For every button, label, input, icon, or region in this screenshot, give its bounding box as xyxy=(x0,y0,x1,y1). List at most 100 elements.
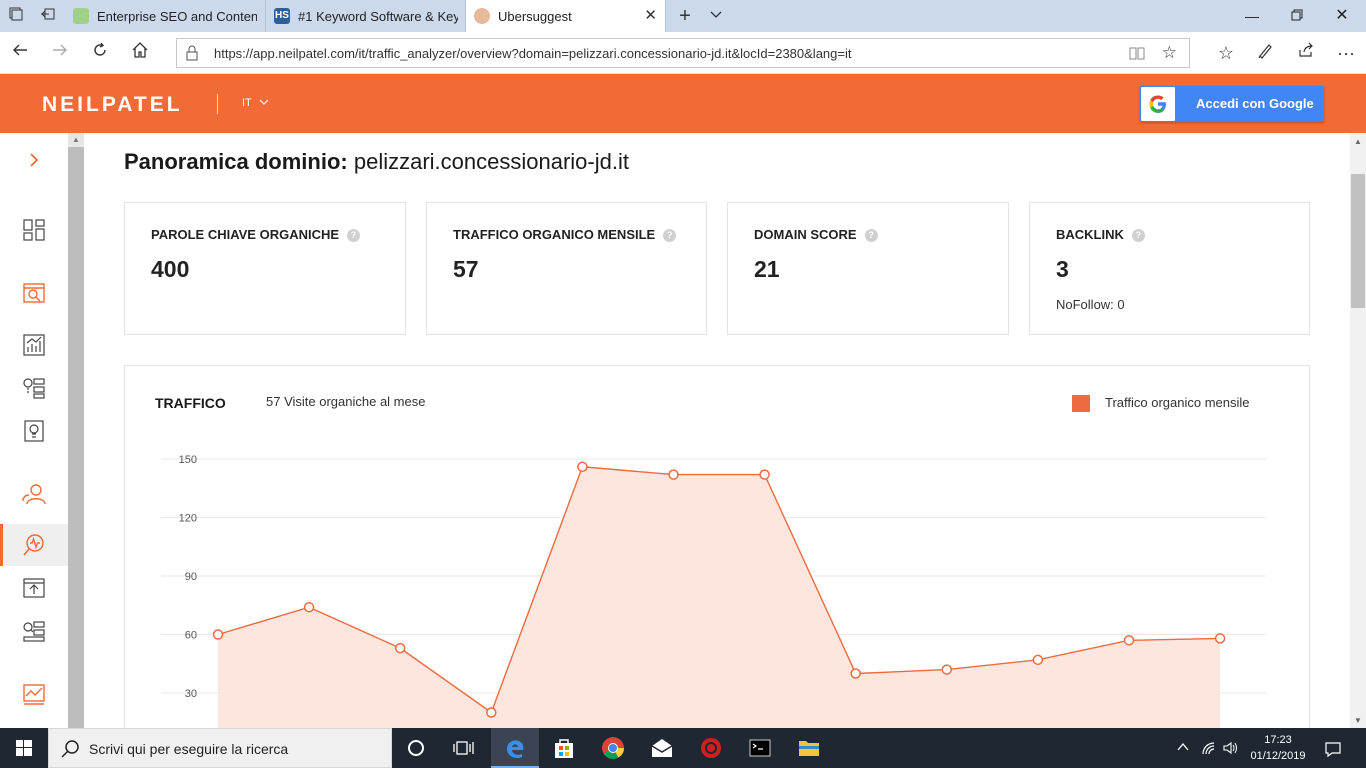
taskbar-clock[interactable]: 17:23 01/12/2019 xyxy=(1249,732,1307,764)
url-text[interactable]: https://app.neilpatel.com/it/traffic_ana… xyxy=(214,46,851,61)
cortana-button[interactable] xyxy=(392,728,440,768)
y-tick-label: 30 xyxy=(185,688,197,700)
page-scrollbar[interactable]: ▲ ▼ xyxy=(1350,133,1366,728)
windows-taskbar: Scrivi qui per eseguire la ricerca 17:23… xyxy=(0,728,1366,768)
top-pages-icon xyxy=(23,578,45,598)
close-window-icon[interactable]: ✕ xyxy=(1330,5,1354,27)
stat-card-label: DOMAIN SCORE? xyxy=(754,227,878,242)
tray-expand-icon[interactable] xyxy=(1176,740,1190,757)
refresh-icon[interactable] xyxy=(88,41,112,65)
help-icon[interactable]: ? xyxy=(663,229,677,242)
network-icon[interactable] xyxy=(1200,740,1216,759)
traffic-chart: 150 120 90 60 30 xyxy=(161,454,1266,728)
close-tab-icon[interactable]: ✕ xyxy=(644,6,657,24)
set-aside-tabs-icon[interactable] xyxy=(38,6,58,26)
stat-card-label: BACKLINK? xyxy=(1056,227,1145,242)
scroll-up-icon[interactable]: ▲ xyxy=(1350,135,1366,149)
stat-card-label: TRAFFICO ORGANICO MENSILE? xyxy=(453,227,677,242)
back-icon[interactable] xyxy=(8,41,32,65)
chrome-icon xyxy=(602,737,624,759)
address-bar[interactable]: https://app.neilpatel.com/it/traffic_ana… xyxy=(176,38,1190,68)
site-header: NEILPATEL IT Accedi con Google xyxy=(0,74,1366,133)
home-icon[interactable] xyxy=(128,41,152,65)
red-app-icon xyxy=(701,738,721,758)
search-placeholder: Scrivi qui per eseguire la ricerca xyxy=(89,741,289,757)
sidebar-item-content-ideas[interactable] xyxy=(0,410,68,452)
sidebar-item-site-audit[interactable] xyxy=(0,272,68,314)
list-icon xyxy=(23,621,45,642)
sidebar-expand-button[interactable] xyxy=(0,139,68,181)
data-point xyxy=(941,664,953,675)
volume-icon[interactable] xyxy=(1222,740,1238,759)
chevron-down-icon xyxy=(259,99,269,105)
data-point xyxy=(668,469,679,480)
stat-card-label-text: DOMAIN SCORE xyxy=(754,227,857,242)
sidebar-item-dashboard[interactable] xyxy=(0,209,68,251)
taskbar-search-box[interactable]: Scrivi qui per eseguire la ricerca xyxy=(48,728,392,768)
tab-keyword-software[interactable]: HS #1 Keyword Software & Key xyxy=(266,0,466,32)
data-point xyxy=(303,601,315,613)
traffic-analyzer-icon xyxy=(23,534,44,556)
sidebar-item-top-pages[interactable] xyxy=(0,567,68,609)
taskbar-app-red[interactable] xyxy=(687,728,735,768)
sidebar-item-keyword-overview[interactable] xyxy=(0,324,68,366)
data-point xyxy=(212,629,224,640)
scroll-up-icon[interactable]: ▲ xyxy=(68,133,84,147)
sidebar-scrollbar[interactable]: ▲ xyxy=(68,133,84,728)
help-icon[interactable]: ? xyxy=(864,229,878,242)
minimize-icon[interactable]: — xyxy=(1240,5,1264,27)
taskbar-chrome[interactable] xyxy=(589,728,637,768)
tab-ubersuggest[interactable]: Ubersuggest ✕ xyxy=(466,0,666,32)
notifications-icon[interactable] xyxy=(1324,740,1342,761)
sidebar-item-keywords-list[interactable] xyxy=(0,610,68,652)
neilpatel-logo[interactable]: NEILPATEL xyxy=(42,93,183,117)
tab-enterprise-seo[interactable]: Enterprise SEO and Content xyxy=(65,0,266,32)
edge-icon xyxy=(507,740,524,759)
content-ideas-icon xyxy=(24,420,44,442)
sidebar-item-backlinks[interactable] xyxy=(0,673,68,715)
taskbar-store[interactable] xyxy=(540,728,588,768)
stat-card-label: PAROLE CHIAVE ORGANICHE? xyxy=(151,227,361,242)
store-icon xyxy=(555,739,573,758)
sidebar-item-keyword-ideas[interactable] xyxy=(0,367,68,409)
favorites-bar-icon[interactable]: ☆ xyxy=(1214,41,1238,65)
start-button[interactable] xyxy=(0,728,48,768)
series-area xyxy=(218,466,1221,728)
sidebar-item-users[interactable] xyxy=(0,473,68,515)
language-label: IT xyxy=(242,97,252,109)
google-signin-button[interactable]: Accedi con Google xyxy=(1140,86,1324,122)
restore-icon[interactable] xyxy=(1285,5,1309,27)
forward-icon[interactable] xyxy=(48,41,72,65)
reading-view-icon[interactable] xyxy=(1129,45,1145,61)
taskbar-mail[interactable] xyxy=(638,728,686,768)
scroll-down-icon[interactable]: ▼ xyxy=(1350,714,1366,728)
language-selector[interactable]: IT xyxy=(242,97,269,109)
new-tab-icon[interactable]: + xyxy=(675,6,695,26)
taskbar-file-explorer[interactable] xyxy=(785,728,833,768)
taskbar-terminal[interactable] xyxy=(736,728,784,768)
sidebar xyxy=(0,133,68,728)
clock-time: 17:23 xyxy=(1264,734,1292,746)
data-point xyxy=(394,642,406,654)
task-view-button[interactable] xyxy=(440,728,488,768)
data-point xyxy=(759,469,770,480)
help-icon[interactable]: ? xyxy=(347,229,361,242)
stat-card-label-text: BACKLINK xyxy=(1056,227,1124,242)
tab-overview-icon[interactable] xyxy=(6,6,26,26)
dashboard-icon xyxy=(23,219,45,241)
favorite-star-icon[interactable]: ☆ xyxy=(1162,43,1177,63)
data-point xyxy=(1214,633,1226,644)
taskbar-edge[interactable] xyxy=(491,728,539,768)
y-tick-label: 120 xyxy=(179,513,197,525)
lock-icon[interactable] xyxy=(185,45,199,61)
share-icon[interactable] xyxy=(1294,41,1318,65)
windows-logo-icon xyxy=(16,740,32,756)
scrollbar-thumb[interactable] xyxy=(1351,174,1365,308)
stat-card-value: 21 xyxy=(754,256,780,282)
pen-icon[interactable] xyxy=(1254,41,1278,65)
tab-list-chevron-icon[interactable] xyxy=(706,6,726,26)
backlinks-icon xyxy=(23,684,45,705)
sidebar-item-traffic-analyzer[interactable] xyxy=(0,524,68,566)
more-menu-icon[interactable]: ··· xyxy=(1334,41,1358,65)
help-icon[interactable]: ? xyxy=(1131,229,1145,242)
